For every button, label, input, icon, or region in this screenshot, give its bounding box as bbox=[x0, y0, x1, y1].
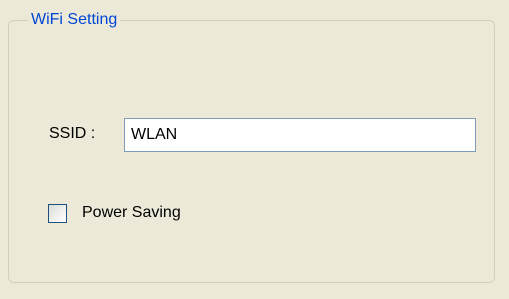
ssid-label: SSID : bbox=[49, 125, 96, 142]
ssid-input[interactable] bbox=[124, 118, 476, 152]
power-saving-label[interactable]: Power Saving bbox=[82, 203, 181, 223]
power-saving-checkbox[interactable] bbox=[48, 204, 67, 223]
wifi-setting-title: WiFi Setting bbox=[28, 10, 121, 30]
